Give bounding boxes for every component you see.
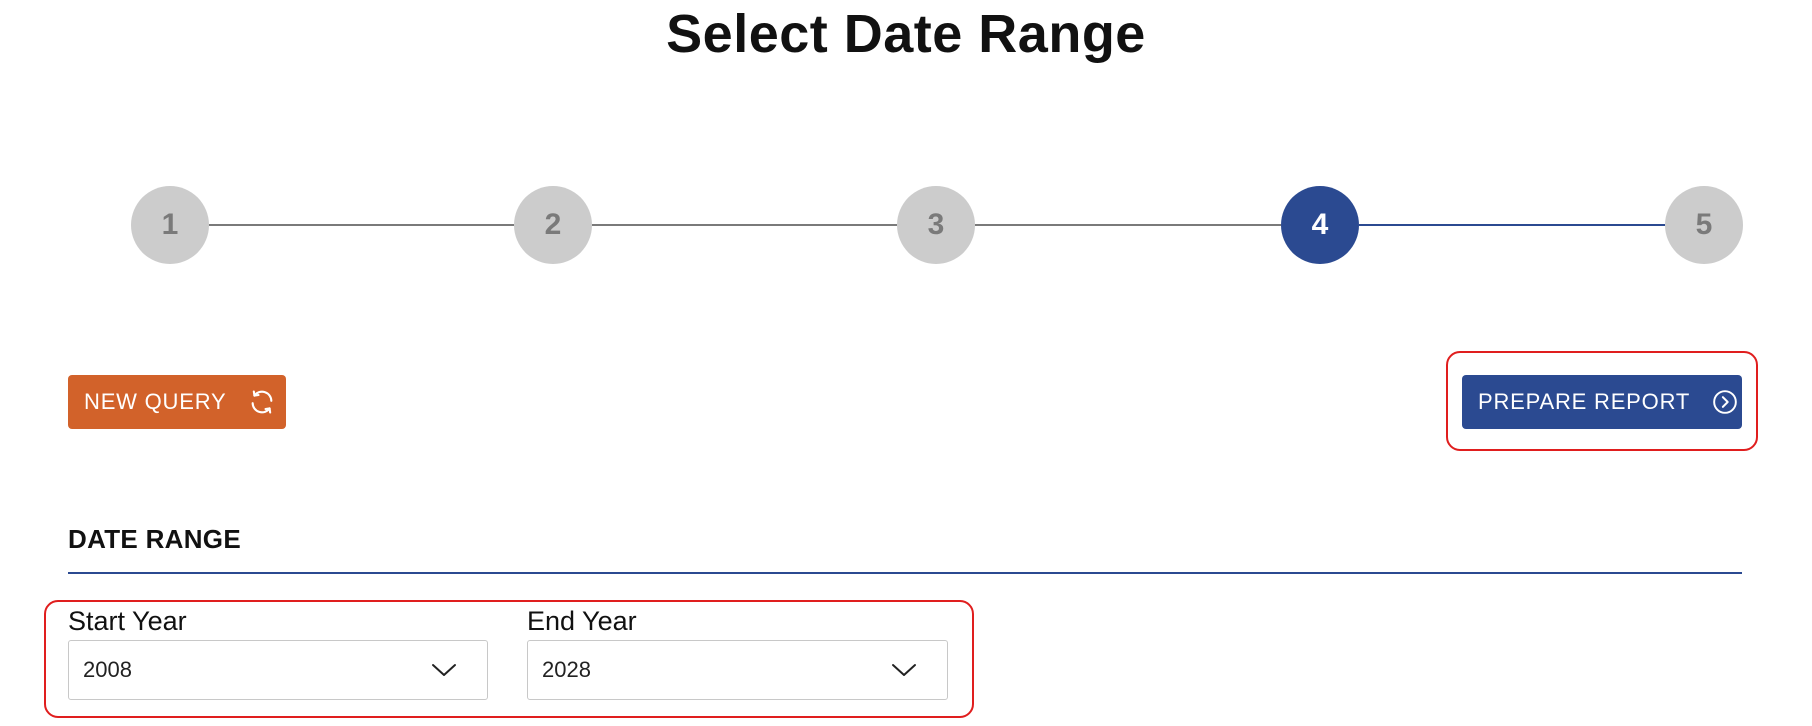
chevron-down-icon: [431, 662, 457, 678]
step-connector-1-2: [209, 224, 514, 226]
step-3[interactable]: 3: [897, 186, 975, 264]
step-connector-2-3: [592, 224, 897, 226]
start-year-select[interactable]: 2008: [68, 640, 488, 700]
step-5[interactable]: 5: [1665, 186, 1743, 264]
chevron-down-icon: [891, 662, 917, 678]
end-year-label: End Year: [527, 606, 637, 636]
step-connector-3-4: [975, 224, 1281, 226]
new-query-label: NEW QUERY: [84, 389, 227, 414]
end-year-value: 2028: [542, 657, 591, 682]
end-year-select[interactable]: 2028: [527, 640, 948, 700]
new-query-button[interactable]: NEW QUERY: [68, 375, 286, 429]
start-year-value: 2008: [83, 657, 132, 682]
progress-stepper: 1 2 3 4 5: [0, 0, 1812, 300]
step-4[interactable]: 4: [1281, 186, 1359, 264]
step-1[interactable]: 1: [131, 186, 209, 264]
prepare-report-label: PREPARE REPORT: [1478, 389, 1691, 414]
refresh-icon: [248, 388, 276, 416]
start-year-label: Start Year: [68, 606, 187, 636]
step-connector-4-5: [1359, 224, 1665, 226]
chevron-right-circle-icon: [1712, 389, 1738, 415]
step-2[interactable]: 2: [514, 186, 592, 264]
section-title-date-range: DATE RANGE: [68, 524, 241, 554]
prepare-report-button[interactable]: PREPARE REPORT: [1462, 375, 1742, 429]
section-divider: [68, 572, 1742, 574]
